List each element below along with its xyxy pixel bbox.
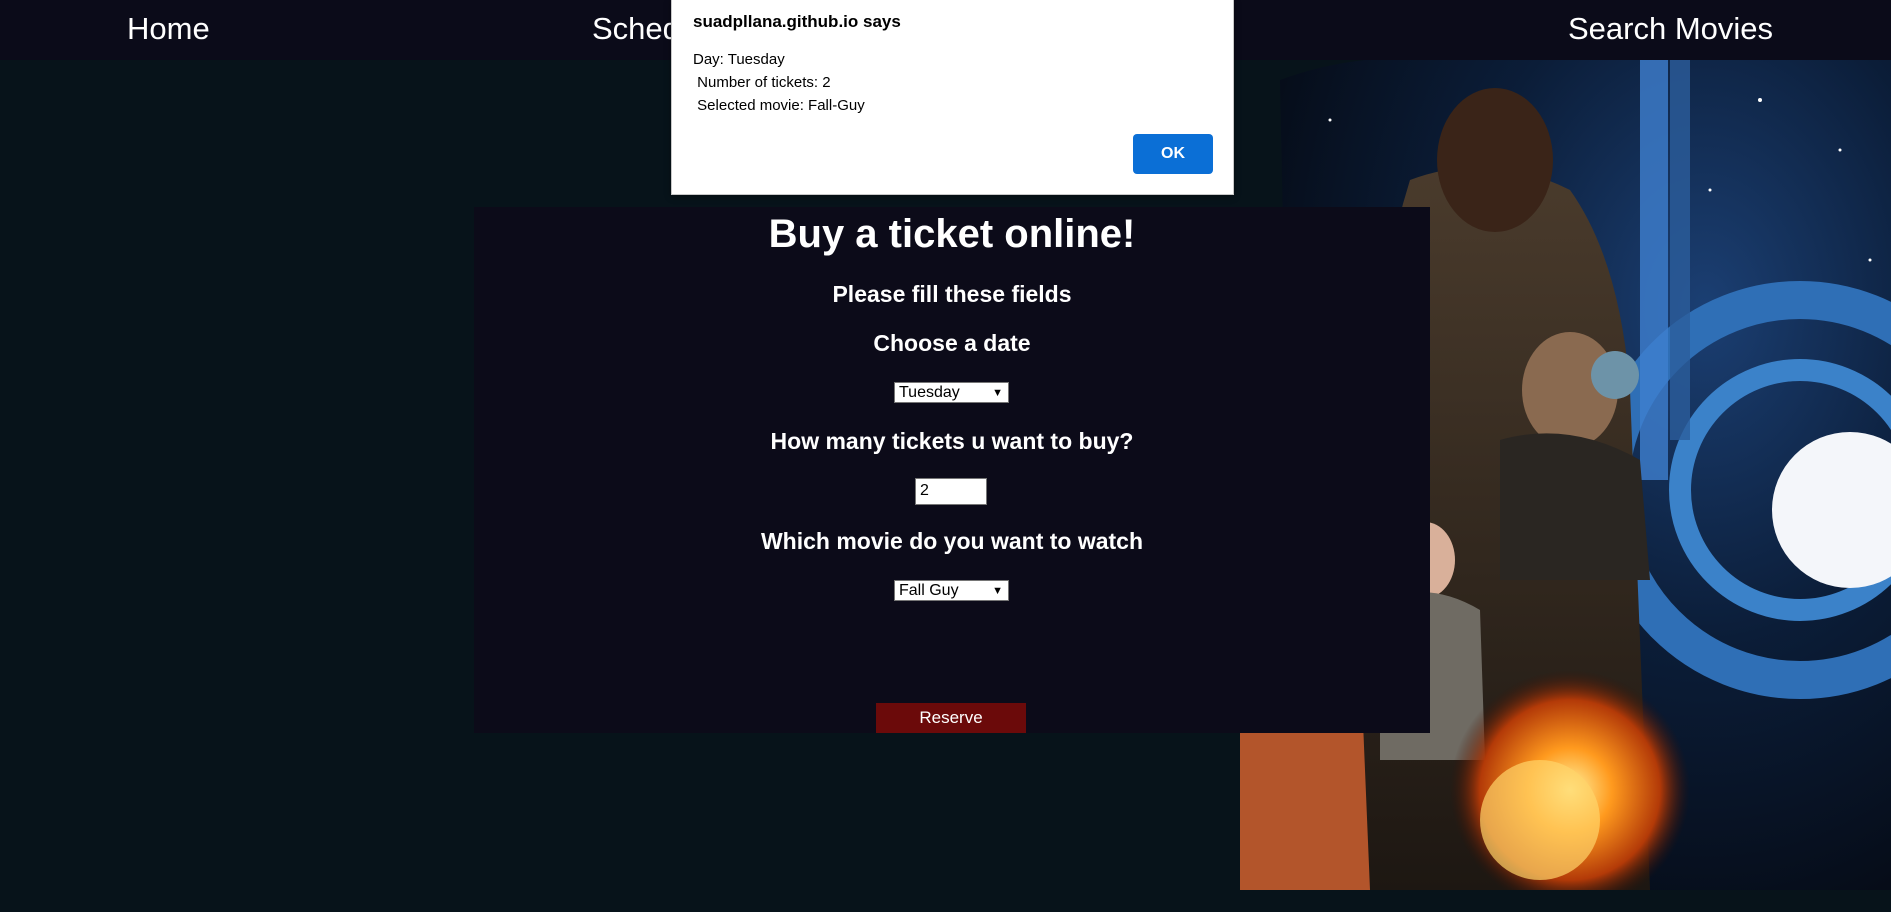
- date-select-value: Tuesday: [899, 384, 960, 401]
- movie-select-value: Fall Guy: [899, 582, 959, 599]
- tickets-label: How many tickets u want to buy?: [770, 428, 1134, 454]
- chevron-down-icon: ▼: [992, 585, 1003, 597]
- nav-search-movies-link[interactable]: Search Movies: [1568, 11, 1773, 47]
- nav-home-link[interactable]: Home: [127, 11, 210, 47]
- page-title: Buy a ticket online!: [768, 212, 1136, 256]
- chevron-down-icon: ▼: [992, 387, 1003, 399]
- nav-schedule-link[interactable]: Sched: [592, 11, 680, 47]
- alert-dialog: suadpllana.github.io says Day: Tuesday N…: [671, 0, 1234, 195]
- date-select[interactable]: Tuesday ▼: [894, 382, 1009, 403]
- movie-select[interactable]: Fall Guy ▼: [894, 580, 1009, 601]
- ok-button[interactable]: OK: [1133, 134, 1213, 174]
- ticket-form-panel: Buy a ticket online! Please fill these f…: [474, 207, 1430, 733]
- date-label: Choose a date: [873, 330, 1031, 356]
- movie-label: Which movie do you want to watch: [760, 528, 1144, 554]
- alert-message: Day: Tuesday Number of tickets: 2 Select…: [693, 51, 865, 114]
- tickets-input[interactable]: 2: [915, 478, 987, 505]
- alert-title: suadpllana.github.io says: [693, 12, 901, 31]
- form-subheading: Please fill these fields: [832, 281, 1072, 307]
- reserve-button[interactable]: Reserve: [876, 703, 1026, 733]
